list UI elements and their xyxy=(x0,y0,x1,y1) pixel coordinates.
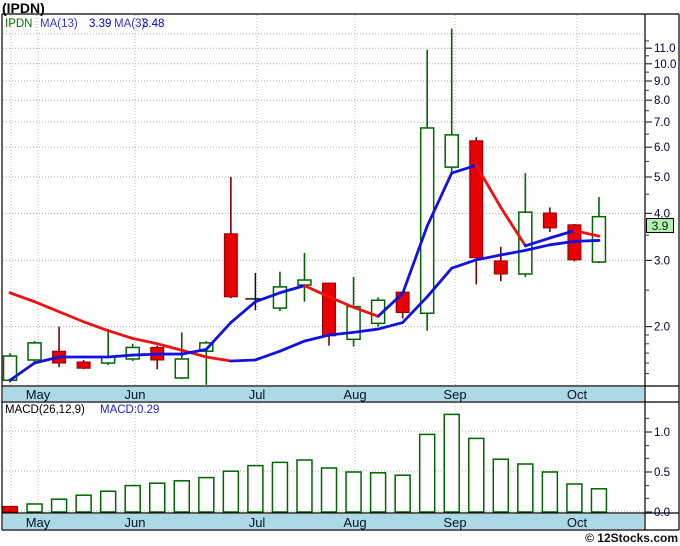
price-tick-label: 9.0 xyxy=(654,76,670,88)
ma13-line xyxy=(253,349,282,362)
macd-bar xyxy=(418,433,436,513)
macd-bar xyxy=(517,463,534,513)
macd-tick-label: 0.5 xyxy=(654,467,670,479)
ma13-line xyxy=(204,355,233,363)
macd-bar xyxy=(173,480,191,513)
macd-bar xyxy=(50,498,68,513)
macd-bar xyxy=(75,494,92,513)
last-price-label: 3.9 xyxy=(652,219,669,233)
macd-bar xyxy=(222,470,240,513)
ma13-line xyxy=(131,337,159,346)
ma13-line xyxy=(278,339,306,353)
price-tick-label: 3.0 xyxy=(654,255,670,267)
macd-bar-negative xyxy=(2,505,18,513)
month-label-main: Oct xyxy=(567,387,588,402)
page-title: (IPDN) xyxy=(2,0,45,16)
legend-ma3-value: 3.48 xyxy=(142,18,165,30)
macd-bar xyxy=(590,488,608,513)
month-label-macd: Sep xyxy=(443,515,466,530)
month-label-main: Jul xyxy=(249,387,266,402)
candle-body-down xyxy=(493,260,508,275)
macd-bar xyxy=(468,437,485,513)
candle-body-down xyxy=(76,361,91,369)
ma3-line xyxy=(106,353,135,359)
legend-ma3-label: MA(3) xyxy=(114,18,146,30)
month-label-macd: May xyxy=(26,515,51,530)
candle-body-down xyxy=(542,212,557,229)
price-tick-label: 11.0 xyxy=(654,43,676,55)
month-label-macd: Jun xyxy=(125,515,146,530)
macd-legend-value: MACD:0.29 xyxy=(100,404,160,416)
macd-bar xyxy=(394,474,411,513)
macd-tick-label: 1.0 xyxy=(654,427,670,439)
macd-bar xyxy=(124,484,141,513)
macd-bar xyxy=(99,490,117,513)
macd-bar xyxy=(247,464,264,513)
ma13-line xyxy=(106,329,135,340)
candle-body-up xyxy=(125,346,140,360)
macd-bar xyxy=(492,458,510,513)
candle-body-up xyxy=(174,358,190,379)
macd-bar xyxy=(320,467,338,513)
price-tick-label: 2.0 xyxy=(654,322,670,334)
candle-body-up xyxy=(27,342,42,361)
month-band-main xyxy=(3,387,644,401)
chart-canvas: 2.03.04.05.06.07.08.09.010.011.03.90.00.… xyxy=(1,13,680,531)
month-label-main: May xyxy=(26,387,51,402)
ma13-line xyxy=(573,239,601,243)
stock-chart-page: 2.0 3.0 4.0 5.0 6.0 7.0 8.0 9.0 10.0 11.0 3.9 0.0 0.… xyxy=(0,0,680,546)
legend-symbol: IPDN xyxy=(5,18,33,30)
month-label-macd: Oct xyxy=(567,515,588,530)
macd-bar xyxy=(198,476,215,513)
ma13-line xyxy=(303,333,331,343)
candle-body-up xyxy=(346,305,361,341)
legend-ma13-value: 3.39 xyxy=(89,18,112,30)
month-label-macd: Aug xyxy=(343,515,366,530)
ma13-line xyxy=(57,310,86,324)
macd-bar xyxy=(369,472,387,513)
macd-bar xyxy=(148,482,166,513)
price-tick-label: 5.0 xyxy=(654,172,670,184)
price-tick-label: 8.0 xyxy=(654,95,670,107)
ma3-line xyxy=(131,352,159,357)
candle-body-down xyxy=(322,282,337,337)
macd-tick-label: 0.0 xyxy=(654,507,670,519)
macd-bar xyxy=(271,461,289,513)
ma13-line xyxy=(229,358,257,363)
month-label-main: Sep xyxy=(443,387,466,402)
candle-body-down xyxy=(223,233,238,298)
macd-bar xyxy=(26,503,43,513)
macd-legend-label: MACD(26,12,9) xyxy=(5,404,85,416)
watermark: © 12Stocks.com xyxy=(585,531,678,545)
candle-body-down xyxy=(469,140,484,259)
macd-bar xyxy=(566,483,583,513)
month-label-macd: Jul xyxy=(249,515,266,530)
month-band-macd xyxy=(3,514,644,529)
month-label-main: Aug xyxy=(343,387,366,402)
macd-bar xyxy=(541,471,559,513)
ma3-line xyxy=(229,300,257,324)
legend-ma13-label: MA(13) xyxy=(40,18,78,30)
month-label-main: Jun xyxy=(125,387,146,402)
price-tick-label: 10.0 xyxy=(654,59,676,71)
macd-bar xyxy=(443,413,460,513)
macd-bar xyxy=(296,459,313,513)
candle-body-up xyxy=(419,127,435,315)
candle-body-up xyxy=(444,134,459,168)
price-tick-label: 6.0 xyxy=(654,142,670,154)
ma13-line xyxy=(8,291,36,304)
macd-bar xyxy=(345,471,362,513)
price-tick-label: 7.0 xyxy=(654,117,670,129)
